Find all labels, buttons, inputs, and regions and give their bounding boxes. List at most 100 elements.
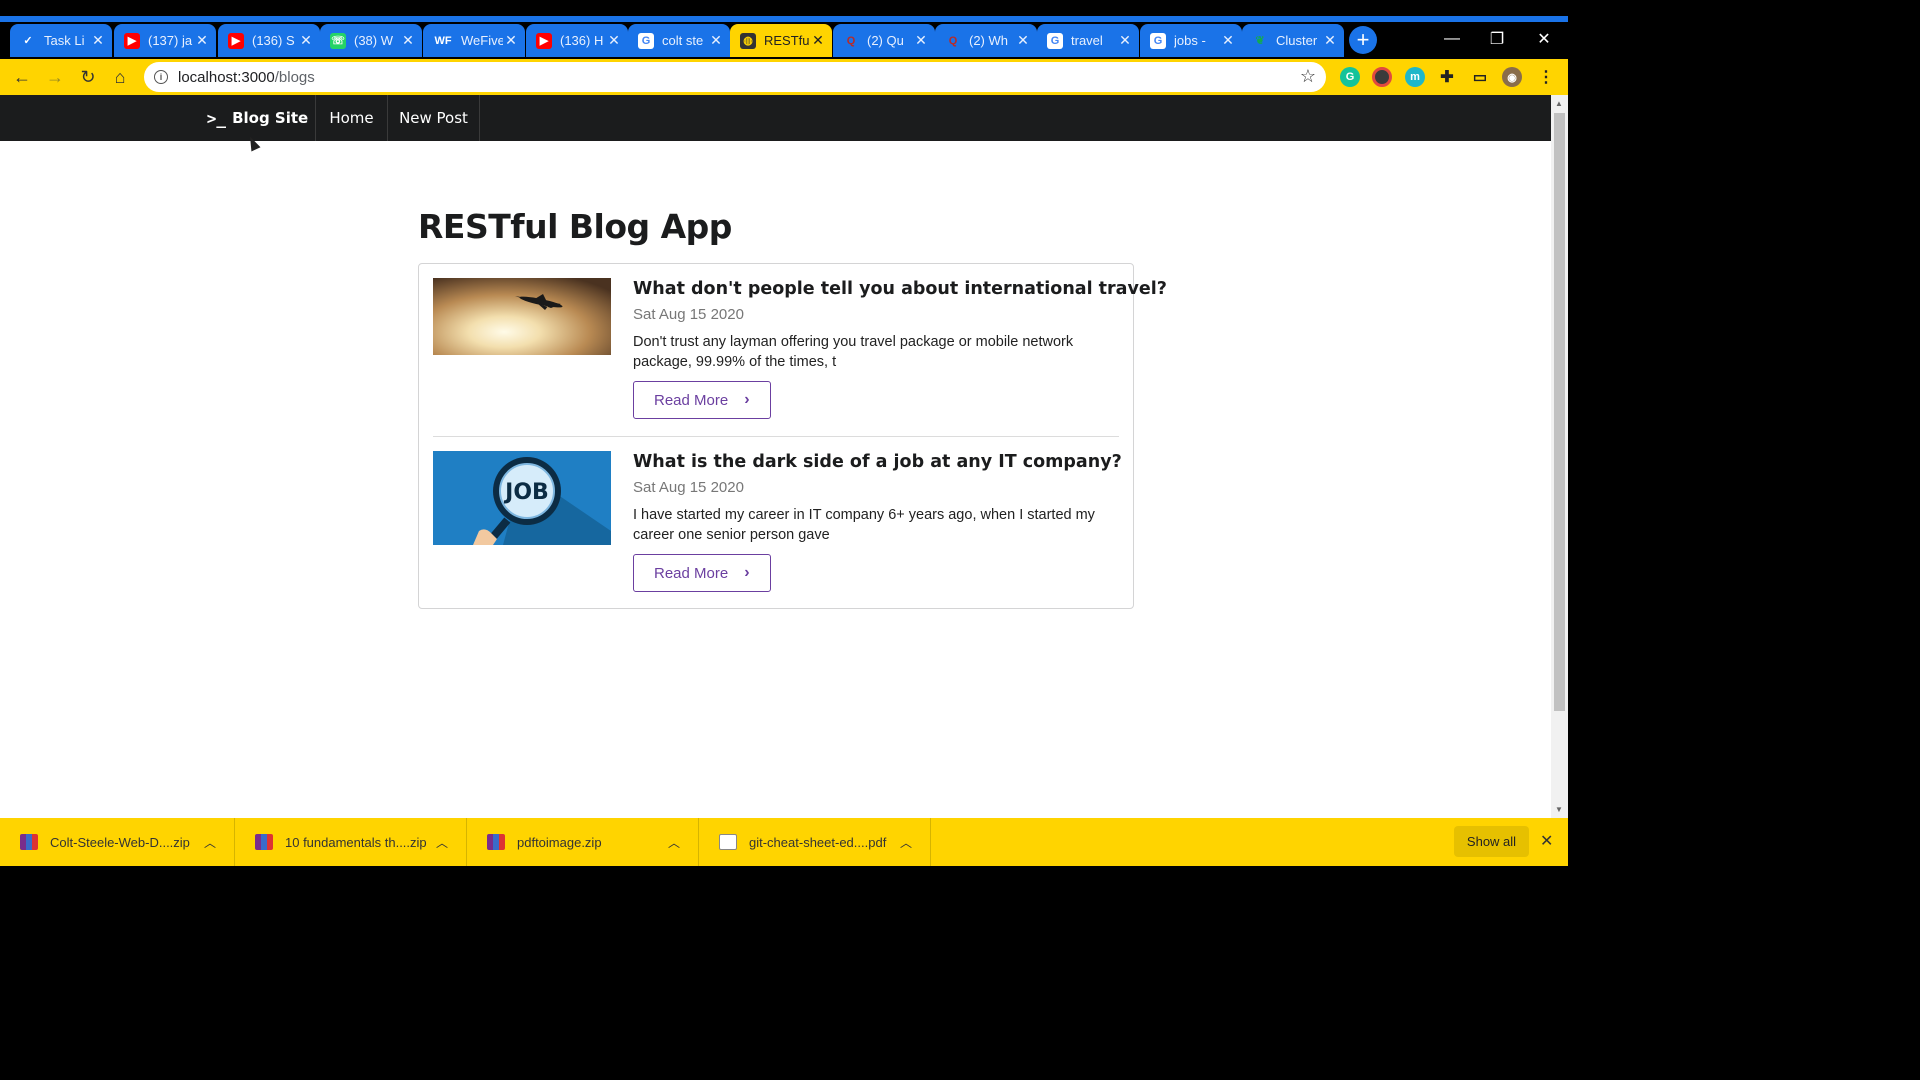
browser-toolbar: ← → ↻ ⌂ i localhost:3000/blogs ☆ G m ✚ ▭… [0, 59, 1568, 95]
close-icon[interactable]: ✕ [1220, 32, 1236, 49]
globe-icon: ◍ [740, 32, 756, 49]
minimize-button[interactable]: — [1430, 24, 1474, 54]
chevron-right-icon: › [744, 391, 750, 408]
back-button[interactable]: ← [9, 64, 35, 90]
zip-file-icon [20, 834, 38, 850]
post-content: What is the dark side of a job at any IT… [633, 451, 1122, 592]
close-icon[interactable]: ✕ [1117, 32, 1133, 49]
chevron-up-icon[interactable]: ︿ [432, 834, 452, 851]
window-close-button[interactable]: ✕ [1522, 24, 1566, 54]
job-image-text: JOB [503, 480, 549, 505]
whatsapp-icon: ☏ [330, 32, 346, 49]
close-icon[interactable]: ✕ [298, 32, 314, 49]
tab-google-jobs[interactable]: G jobs - ✕ [1140, 24, 1242, 57]
post-title[interactable]: What is the dark side of a job at any IT… [633, 451, 1122, 473]
brand-link[interactable]: >_ Blog Site [200, 95, 316, 141]
address-url: localhost:3000/blogs [178, 69, 315, 86]
address-bar[interactable]: i localhost:3000/blogs ☆ [144, 62, 1326, 92]
chevron-up-icon[interactable]: ︿ [664, 834, 684, 851]
tab-quora-1[interactable]: Q (2) Qu ✕ [833, 24, 935, 57]
bookmark-star-icon[interactable]: ☆ [1300, 66, 1316, 87]
blog-post-item: What don't people tell you about interna… [433, 278, 1167, 428]
read-more-label: Read More [654, 564, 729, 582]
tab-title: WeFive [461, 33, 503, 48]
tab-youtube-1[interactable]: ▶ (137) ja ✕ [114, 24, 216, 57]
tab-wefive[interactable]: WF WeFive ✕ [423, 24, 525, 57]
blog-post-item: JOB What is the dark side of a job at an… [433, 451, 1122, 601]
forward-button[interactable]: → [42, 64, 68, 90]
chevron-up-icon[interactable]: ︿ [200, 834, 220, 851]
cast-icon[interactable]: ▭ [1470, 67, 1490, 87]
close-icon[interactable]: ✕ [90, 32, 106, 49]
tab-google-travel[interactable]: G travel ✕ [1037, 24, 1139, 57]
tab-title: jobs - [1174, 33, 1206, 48]
read-more-button[interactable]: Read More › [633, 554, 771, 592]
page-scrollbar[interactable]: ▲ ▼ [1551, 95, 1568, 818]
tab-youtube-2[interactable]: ▶ (136) S ✕ [218, 24, 320, 57]
nav-new-post-link[interactable]: New Post [388, 95, 480, 141]
tab-title: (136) H [560, 33, 604, 48]
restore-button[interactable]: ❐ [1475, 24, 1519, 54]
reload-button[interactable]: ↻ [75, 64, 101, 90]
home-button[interactable]: ⌂ [107, 64, 133, 90]
screen-recorder-extension-icon[interactable] [1372, 67, 1392, 87]
new-tab-button[interactable]: + [1349, 26, 1377, 54]
airplane-sunset-image[interactable] [433, 278, 611, 355]
tab-google-colt[interactable]: G colt ste ✕ [628, 24, 730, 57]
tab-whatsapp[interactable]: ☏ (38) W ✕ [320, 24, 422, 57]
close-icon[interactable]: ✕ [913, 32, 929, 49]
download-filename: git-cheat-sheet-ed....pdf [749, 834, 887, 850]
tab-title: travel [1071, 33, 1103, 48]
tab-youtube-3[interactable]: ▶ (136) H ✕ [526, 24, 628, 57]
terminal-icon: >_ [206, 108, 227, 128]
profile-avatar[interactable]: ◉ [1502, 67, 1522, 87]
item-divider [433, 436, 1119, 437]
blog-post-list: What don't people tell you about interna… [418, 263, 1167, 609]
site-info-icon[interactable]: i [154, 70, 168, 84]
nav-home-link[interactable]: Home [316, 95, 388, 141]
close-icon[interactable]: ✕ [708, 32, 724, 49]
download-item[interactable]: 10 fundamentals th....zip ︿ [235, 818, 467, 866]
post-date: Sat Aug 15 2020 [633, 479, 744, 496]
download-item[interactable]: Colt-Steele-Web-D....zip ︿ [0, 818, 235, 866]
close-icon[interactable]: ✕ [1015, 32, 1031, 49]
close-icon[interactable]: ✕ [606, 32, 622, 49]
tab-title: (136) S [252, 33, 295, 48]
tab-title: RESTfu [764, 33, 810, 48]
momentum-extension-icon[interactable]: m [1405, 67, 1425, 87]
close-icon[interactable]: ✕ [194, 32, 210, 49]
tab-title: (137) ja [148, 33, 193, 48]
close-icon[interactable]: ✕ [503, 32, 519, 49]
scroll-up-icon[interactable]: ▲ [1555, 99, 1563, 108]
tab-quora-2[interactable]: Q (2) Wh ✕ [935, 24, 1037, 57]
scroll-thumb[interactable] [1554, 113, 1565, 711]
chevron-right-icon: › [744, 564, 750, 581]
download-item[interactable]: pdftoimage.zip ︿ [467, 818, 699, 866]
tab-task-list[interactable]: ✓ Task Li ✕ [10, 24, 112, 57]
tab-restful-active[interactable]: ◍ RESTfu ✕ [730, 24, 832, 57]
tab-strip: ✓ Task Li ✕ ▶ (137) ja ✕ ▶ (136) S ✕ ☏ (… [0, 22, 1568, 59]
extensions-puzzle-icon[interactable]: ✚ [1437, 67, 1457, 87]
youtube-icon: ▶ [124, 32, 140, 49]
read-more-button[interactable]: Read More › [633, 381, 771, 419]
show-all-downloads-button[interactable]: Show all [1454, 826, 1529, 857]
web-page: >_ Blog Site Home New Post RESTful Blog … [0, 95, 1551, 818]
menu-kebab-icon[interactable]: ⋮ [1536, 67, 1556, 87]
download-item[interactable]: git-cheat-sheet-ed....pdf ︿ [699, 818, 931, 866]
close-icon[interactable]: ✕ [1322, 32, 1338, 49]
window-bottom-edge [0, 866, 1568, 882]
tab-cluster[interactable]: ❦ Cluster ✕ [1242, 24, 1344, 57]
chevron-up-icon[interactable]: ︿ [896, 834, 916, 851]
close-icon[interactable]: ✕ [810, 32, 826, 49]
grammarly-extension-icon[interactable]: G [1340, 67, 1360, 87]
window-top-edge [0, 0, 1568, 16]
scroll-down-icon[interactable]: ▼ [1555, 805, 1563, 814]
close-download-shelf-icon[interactable]: ✕ [1540, 831, 1553, 851]
job-magnifier-image[interactable]: JOB [433, 451, 611, 545]
download-filename: 10 fundamentals th....zip [285, 834, 427, 850]
check-icon: ✓ [23, 35, 33, 47]
pdf-file-icon [719, 834, 737, 850]
post-title[interactable]: What don't people tell you about interna… [633, 278, 1167, 300]
close-icon[interactable]: ✕ [400, 32, 416, 49]
brand-label: Blog Site [232, 109, 309, 127]
